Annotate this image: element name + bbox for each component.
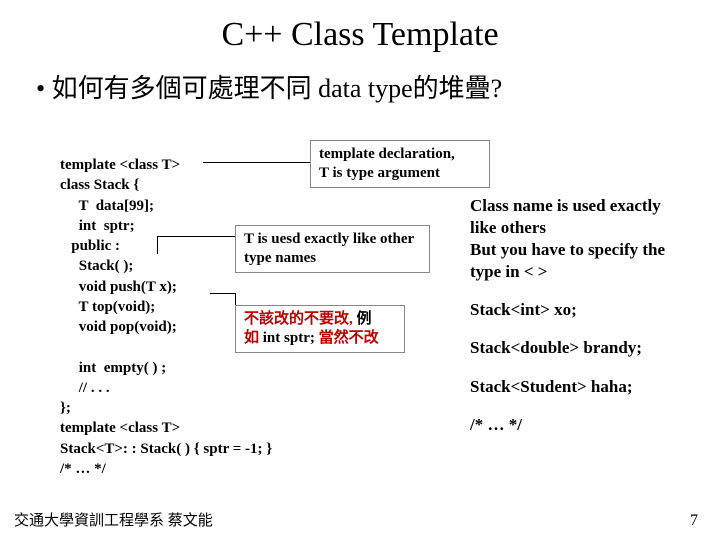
note-line: Class name is used exactly like others (470, 195, 685, 239)
note-line: /* … */ (470, 414, 685, 436)
callout-text: 例 (357, 311, 372, 327)
callout-text-red: 不該改的不要改, (244, 311, 357, 327)
slide-title: C++ Class Template (30, 16, 690, 54)
callout-text-red: 如 (244, 330, 259, 346)
callout-text: int sptr; (259, 330, 319, 346)
callout-no-change: 不該改的不要改, 例如 int sptr; 當然不改 (235, 305, 405, 353)
connector-line (203, 162, 310, 163)
note-line: Stack<Student> haha; (470, 376, 685, 398)
bullet-line: • 如何有多個可處理不同 data type的堆疊? (36, 68, 690, 105)
note-line: But you have to specify the type in < > (470, 239, 685, 283)
callout-template-decl: template declaration, T is type argument (310, 140, 490, 188)
callout-text: T is uesd exactly like other (244, 231, 414, 247)
connector-line (157, 236, 235, 237)
right-notes: Class name is used exactly like others B… (470, 195, 685, 436)
callout-text-red: 當然不改 (319, 330, 379, 346)
callout-text: T is type argument (319, 165, 440, 181)
connector-line (157, 236, 158, 254)
callout-text: template declaration, (319, 146, 455, 162)
note-line: Stack<int> xo; (470, 299, 685, 321)
slide: C++ Class Template • 如何有多個可處理不同 data typ… (0, 0, 720, 540)
footer-left: 交通大學資訓工程學系 蔡文能 (14, 509, 213, 530)
page-number: 7 (690, 512, 698, 530)
connector-line (210, 293, 235, 294)
callout-text: type names (244, 250, 316, 266)
callout-t-usage: T is uesd exactly like other type names (235, 225, 430, 273)
note-line: Stack<double> brandy; (470, 337, 685, 359)
